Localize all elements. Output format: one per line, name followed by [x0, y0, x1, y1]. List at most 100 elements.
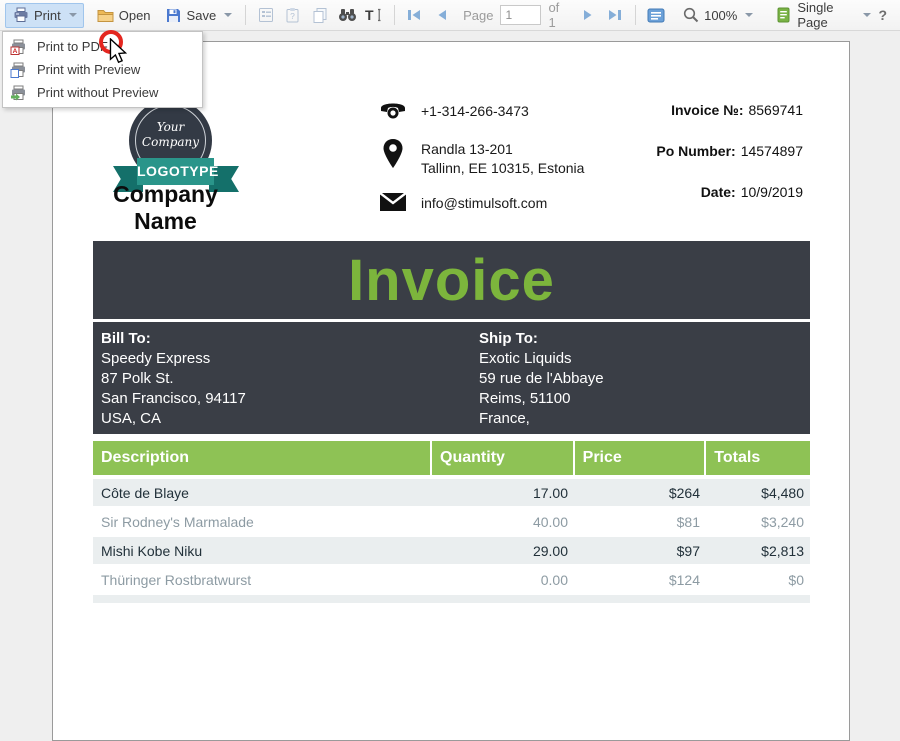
- contact-phone: +1-314-266-3473: [421, 100, 529, 121]
- email-icon: [378, 192, 408, 212]
- bill-to-line: Speedy Express: [101, 349, 246, 369]
- cell-description: Mishi Kobe Niku: [93, 543, 431, 559]
- bill-to-line: San Francisco, 94117: [101, 389, 246, 409]
- menu-item-print-without-preview[interactable]: Print without Preview: [3, 81, 202, 104]
- column-header-description: Description: [93, 441, 430, 475]
- cell-quantity: 29.00: [431, 543, 574, 559]
- invoice-meta: Invoice №: 8569741 Po Number: 14574897 D…: [583, 102, 803, 225]
- table-row: Mishi Kobe Niku 29.00 $97 $2,813: [93, 537, 810, 564]
- single-page-icon: [775, 7, 792, 24]
- first-page-button[interactable]: [403, 3, 426, 28]
- table-header: Description Quantity Price Totals: [93, 441, 810, 475]
- viewer-toolbar: Print Open Save ? T Page of 1: [0, 0, 900, 31]
- folder-icon: [97, 7, 114, 24]
- phone-icon: [378, 100, 408, 120]
- contact-email: info@stimulsoft.com: [421, 192, 547, 213]
- cell-quantity: 40.00: [431, 514, 574, 530]
- invoice-number-value: 8569741: [748, 102, 803, 118]
- contact-info: +1-314-266-3473 Randla 13-201 Tallinn, E…: [378, 100, 618, 230]
- contact-address-line2: Tallinn, EE 10315, Estonia: [421, 159, 584, 178]
- bill-to-line: USA, CA: [101, 409, 246, 429]
- open-button-label: Open: [119, 8, 151, 23]
- page-number-input[interactable]: [500, 5, 541, 25]
- column-header-price: Price: [575, 441, 705, 475]
- cell-price: $264: [574, 485, 706, 501]
- save-button-label: Save: [187, 8, 217, 23]
- page-count-label: of 1: [548, 0, 567, 30]
- last-page-button[interactable]: [604, 3, 627, 28]
- bookmarks-panel-button[interactable]: [254, 3, 277, 28]
- cell-price: $81: [574, 514, 706, 530]
- ship-to-line: France,: [479, 409, 604, 429]
- ship-to-label: Ship To:: [479, 329, 604, 349]
- cell-totals: $4,480: [706, 485, 810, 501]
- full-screen-button[interactable]: [644, 3, 667, 28]
- column-header-quantity: Quantity: [432, 441, 573, 475]
- find-button[interactable]: [336, 3, 359, 28]
- printer-icon: [12, 7, 29, 24]
- ship-to-line: 59 rue de l'Abbaye: [479, 369, 604, 389]
- ship-to-line: Exotic Liquids: [479, 349, 604, 369]
- bill-to-line: 87 Polk St.: [101, 369, 246, 389]
- toolbar-separator: [394, 5, 395, 25]
- chevron-down-icon: [69, 13, 77, 17]
- report-page: Your Company LOGOTYPE Company Name +1-31…: [52, 41, 850, 741]
- cell-description: Thüringer Rostbratwurst: [93, 572, 431, 588]
- menu-item-print-with-preview[interactable]: Print with Preview: [3, 58, 202, 81]
- view-mode-label: Single Page: [797, 0, 855, 30]
- bill-to-block: Bill To: Speedy Express 87 Polk St. San …: [101, 329, 246, 429]
- toolbar-separator: [245, 5, 246, 25]
- open-button[interactable]: Open: [90, 3, 158, 28]
- po-number-label: Po Number:: [656, 143, 735, 159]
- cell-totals: $2,813: [706, 543, 810, 559]
- po-number-value: 14574897: [741, 143, 803, 159]
- ship-to-block: Ship To: Exotic Liquids 59 rue de l'Abba…: [479, 329, 604, 429]
- magnifier-icon: [682, 7, 699, 24]
- print-no-preview-icon: [10, 85, 28, 101]
- svg-text:A: A: [13, 48, 18, 55]
- print-button[interactable]: Print: [5, 3, 84, 28]
- ship-to-line: Reims, 51100: [479, 389, 604, 409]
- date-value: 10/9/2019: [741, 184, 803, 200]
- cell-price: $124: [574, 572, 706, 588]
- cell-description: Sir Rodney's Marmalade: [93, 514, 431, 530]
- resources-button[interactable]: [308, 3, 331, 28]
- print-pdf-icon: A: [10, 39, 28, 55]
- cell-quantity: 17.00: [431, 485, 574, 501]
- next-page-button[interactable]: [577, 3, 600, 28]
- help-button[interactable]: ?: [878, 7, 887, 23]
- toolbar-separator: [635, 5, 636, 25]
- cell-totals: $0: [706, 572, 810, 588]
- table-row: Sir Rodney's Marmalade 40.00 $81 $3,240: [93, 508, 810, 535]
- company-name: Company Name: [83, 181, 248, 235]
- column-header-totals: Totals: [706, 441, 810, 475]
- svg-text:T: T: [365, 7, 374, 23]
- invoice-number-label: Invoice №:: [671, 102, 743, 118]
- page-label: Page: [463, 8, 493, 23]
- date-label: Date:: [701, 184, 736, 200]
- cell-quantity: 0.00: [431, 572, 574, 588]
- print-preview-icon: [10, 62, 28, 78]
- invoice-title-banner: Invoice: [93, 241, 810, 319]
- logo-script-line1: Your: [136, 120, 205, 135]
- table-row: [93, 595, 810, 603]
- svg-text:?: ?: [291, 11, 296, 21]
- menu-item-label: Print to PDF: [37, 39, 108, 54]
- zoom-value-label: 100%: [704, 8, 737, 23]
- save-button[interactable]: Save: [158, 3, 240, 28]
- cell-totals: $3,240: [706, 514, 810, 530]
- previous-page-button[interactable]: [430, 3, 453, 28]
- view-mode-button[interactable]: Single Page: [768, 3, 878, 28]
- chevron-down-icon: [745, 13, 753, 17]
- logo-script-line2: Company: [136, 135, 205, 150]
- parameters-panel-button[interactable]: ?: [281, 3, 304, 28]
- address-panel: Bill To: Speedy Express 87 Polk St. San …: [93, 322, 810, 434]
- cell-description: Côte de Blaye: [93, 485, 431, 501]
- cell-price: $97: [574, 543, 706, 559]
- table-row: Thüringer Rostbratwurst 0.00 $124 $0: [93, 566, 810, 593]
- invoice-title: Invoice: [348, 247, 555, 314]
- text-editor-button[interactable]: T: [363, 3, 386, 28]
- zoom-button[interactable]: 100%: [675, 3, 760, 28]
- chevron-down-icon: [224, 13, 232, 17]
- chevron-down-icon: [863, 13, 871, 17]
